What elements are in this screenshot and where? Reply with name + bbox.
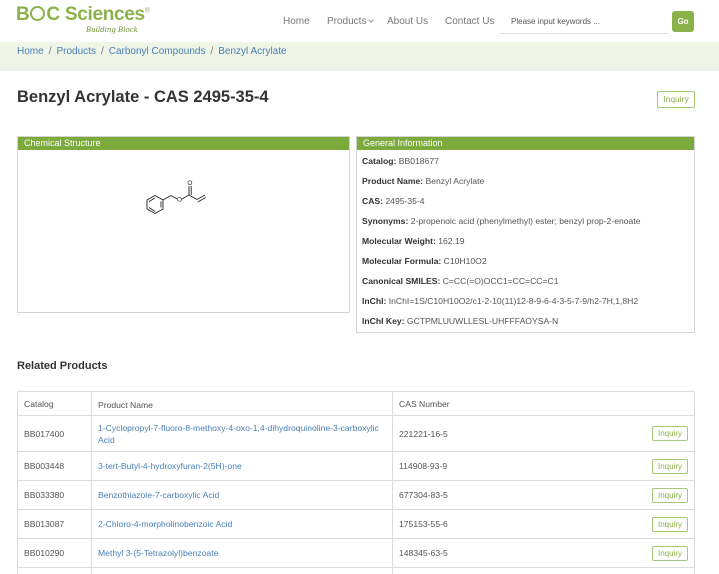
row-inquiry-button[interactable]: Inquiry: [652, 426, 688, 441]
breadcrumb-separator: /: [48, 46, 52, 57]
nav-products[interactable]: Products: [327, 16, 375, 27]
row-inquiry-button[interactable]: Inquiry: [652, 517, 688, 532]
row-product-link[interactable]: 1-Cyclopropyl-7-fluoro-8-methoxy-4-oxo-1…: [98, 422, 388, 446]
row-product-link[interactable]: Methyl 3-(5-Tetrazolyl)benzoate: [98, 547, 388, 559]
breadcrumb: Home / Products / Carbonyl Compounds / Benzyl …: [17, 46, 287, 57]
row-inquiry-button[interactable]: Inquiry: [652, 459, 688, 474]
row-cas: 221221-16-5: [399, 429, 448, 439]
logo-o-ring-icon: [30, 6, 46, 21]
table-header-row: Catalog Product Name CAS Number: [18, 392, 694, 416]
table-row: BB033380 Benzothiazole-7-carboxylic Acid…: [18, 481, 694, 510]
info-cas: CAS: 2495-35-4: [362, 196, 425, 206]
boc-sciences-logo[interactable]: BC Sciences® Building Block: [16, 4, 150, 38]
svg-text:O: O: [187, 180, 192, 187]
row-cas: 175153-55-6: [399, 519, 448, 529]
header-catalog: Catalog: [24, 399, 54, 409]
row-product-link[interactable]: 3-tert-Butyl-4-hydroxyfuran-2(5H)-one: [98, 460, 388, 472]
breadcrumb-bar: Home / Products / Carbonyl Compounds / Benzyl …: [0, 42, 719, 71]
breadcrumb-products[interactable]: Products: [56, 46, 95, 57]
nav-products-label: Products: [327, 16, 367, 27]
row-cas: 148345-63-5: [399, 548, 448, 558]
table-row: BB003448 3-tert-Butyl-4-hydroxyfuran-2(5…: [18, 452, 694, 481]
row-inquiry-button[interactable]: Inquiry: [652, 488, 688, 503]
breadcrumb-current[interactable]: Benzyl Acrylate: [218, 46, 286, 57]
chemical-structure-panel: Chemical Structure O O: [17, 136, 350, 313]
row-cas: 677304-83-5: [399, 490, 448, 500]
logo-tagline: Building Block: [86, 26, 138, 34]
nav-home[interactable]: Home: [283, 16, 310, 27]
benzyl-acrylate-structure-image: O O: [146, 180, 207, 215]
info-molecular-weight: Molecular Weight: 162.19: [362, 236, 465, 246]
info-molecular-formula: Molecular Formula: C10H10O2: [362, 256, 487, 266]
breadcrumb-separator: /: [210, 46, 214, 57]
nav-about[interactable]: About Us: [387, 16, 428, 27]
header-product-name: Product Name: [98, 400, 153, 410]
info-inchi-key: InChI Key: GCTPMLUUWLLESL-UHFFFAOYSA-N: [362, 316, 559, 326]
general-information-panel: General Information Catalog: BB018677 Pr…: [356, 136, 695, 333]
svg-text:O: O: [177, 197, 182, 204]
info-product-name: Product Name: Benzyl Acrylate: [362, 176, 485, 186]
row-catalog: BB033380: [24, 490, 65, 500]
row-product-link[interactable]: 2-Chloro-4-morpholinobenzoic Acid: [98, 518, 388, 530]
row-cas: 114908-93-9: [399, 461, 448, 471]
row-catalog: BB003448: [24, 461, 65, 471]
logo-wordmark: BC Sciences®: [16, 4, 150, 25]
related-products-table: Catalog Product Name CAS Number BB017400…: [17, 391, 695, 574]
related-products-title: Related Products: [17, 360, 108, 372]
panel-heading: General Information: [357, 137, 694, 150]
breadcrumb-separator: /: [100, 46, 104, 57]
row-catalog: BB017400: [24, 429, 65, 439]
info-catalog: Catalog: BB018677: [362, 156, 439, 166]
chevron-down-icon: [368, 17, 375, 23]
header-cas-number: CAS Number: [399, 399, 450, 409]
info-synonyms: Synonyms: 2-propenoic acid (phenylmethyl…: [362, 216, 641, 226]
table-row: BB013087 2-Chloro-4-morpholinobenzoic Ac…: [18, 510, 694, 539]
info-inchi: InChI: InChI=1S/C10H10O2/c1-2-10(11)12-8…: [362, 296, 639, 306]
site-header: BC Sciences® Building Block Home Product…: [0, 0, 719, 42]
page-title: Benzyl Acrylate - CAS 2495-35-4: [17, 88, 269, 106]
panel-heading: Chemical Structure: [18, 137, 349, 150]
row-product-link[interactable]: Benzothiazole-7-carboxylic Acid: [98, 489, 388, 501]
search-input[interactable]: [500, 10, 668, 34]
search-go-button[interactable]: Go: [672, 11, 694, 32]
inquiry-button[interactable]: Inquiry: [657, 91, 695, 108]
nav-contact[interactable]: Contact Us: [445, 16, 494, 27]
table-row: BB017400 1-Cyclopropyl-7-fluoro-8-methox…: [18, 416, 694, 452]
row-catalog: BB010290: [24, 548, 65, 558]
info-canonical-smiles: Canonical SMILES: C=CC(=O)OCC1=CC=CC=C1: [362, 276, 559, 286]
row-catalog: BB013087: [24, 519, 65, 529]
row-inquiry-button[interactable]: Inquiry: [652, 546, 688, 561]
breadcrumb-category[interactable]: Carbonyl Compounds: [109, 46, 206, 57]
table-row: BB010290 Methyl 3-(5-Tetrazolyl)benzoate…: [18, 539, 694, 568]
breadcrumb-home[interactable]: Home: [17, 46, 44, 57]
